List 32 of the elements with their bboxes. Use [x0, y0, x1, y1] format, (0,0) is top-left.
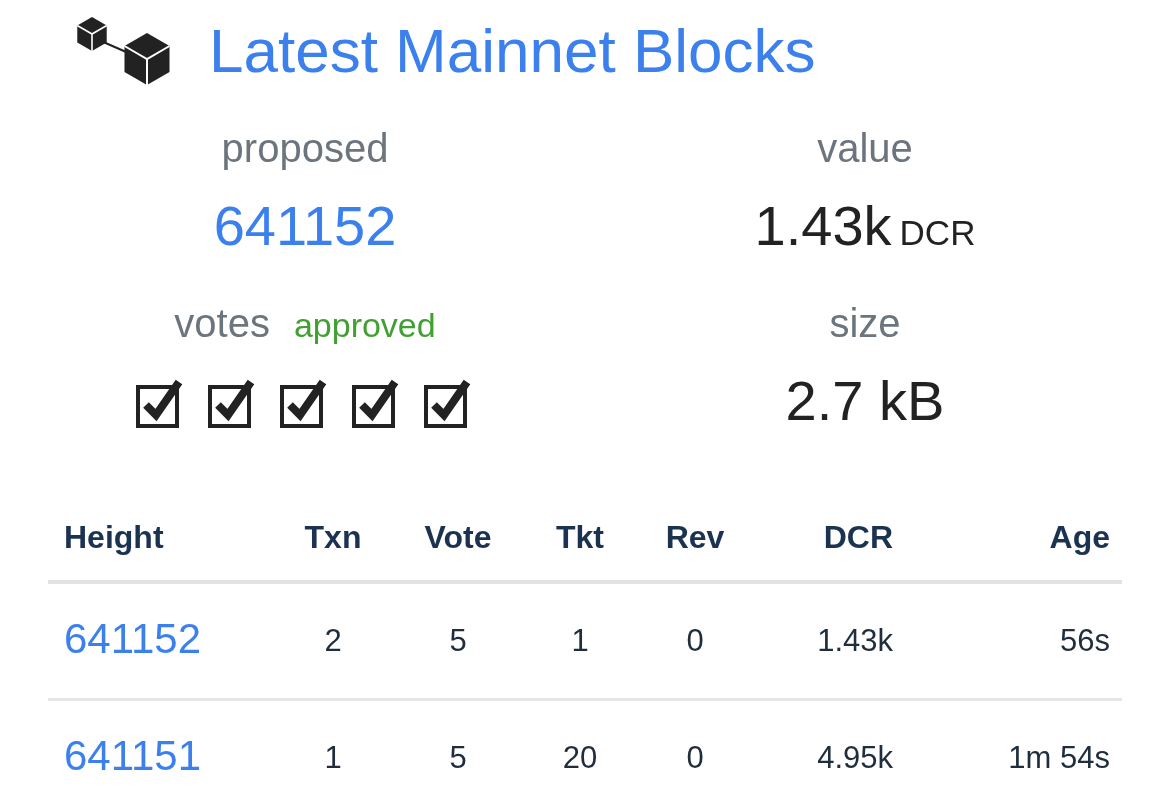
linked-cubes-icon — [75, 17, 173, 85]
table-cell: 56s — [1060, 623, 1110, 658]
votes-label: votes — [174, 300, 270, 347]
column-header: Vote — [424, 519, 492, 555]
table-cell: 0 — [686, 623, 704, 658]
table-cell: 1.43k — [817, 623, 893, 658]
table-cell: 1 — [571, 623, 589, 658]
column-header: Tkt — [556, 519, 604, 555]
table-cell: 1 — [324, 740, 342, 775]
size-label: size — [829, 300, 901, 347]
value-unit: DCR — [899, 212, 976, 254]
page-title: Latest Mainnet Blocks — [209, 15, 816, 87]
block-height-link[interactable]: 641151 — [64, 732, 202, 779]
table-cell: 5 — [449, 623, 467, 658]
column-header: Age — [1049, 519, 1110, 555]
block-size: 2.7 kB — [785, 368, 945, 434]
block-height-link[interactable]: 641152 — [213, 187, 397, 265]
proposed-label: proposed — [221, 125, 389, 172]
value-label: value — [817, 125, 913, 172]
column-header: DCR — [823, 519, 893, 555]
block-height-link[interactable]: 641152 — [64, 615, 202, 662]
table-cell: 1m 54s — [1008, 740, 1110, 775]
table-cell: 4.95k — [817, 740, 893, 775]
column-header: Rev — [665, 519, 725, 555]
table-cell: 20 — [562, 740, 598, 775]
column-header: Txn — [304, 519, 362, 555]
table-cell: 2 — [324, 623, 342, 658]
column-header: Height — [64, 519, 164, 555]
table-cell: 0 — [686, 740, 704, 775]
table-cell: 5 — [449, 740, 467, 775]
value-amount: 1.43k — [754, 193, 892, 259]
vote-status: approved — [293, 305, 436, 346]
